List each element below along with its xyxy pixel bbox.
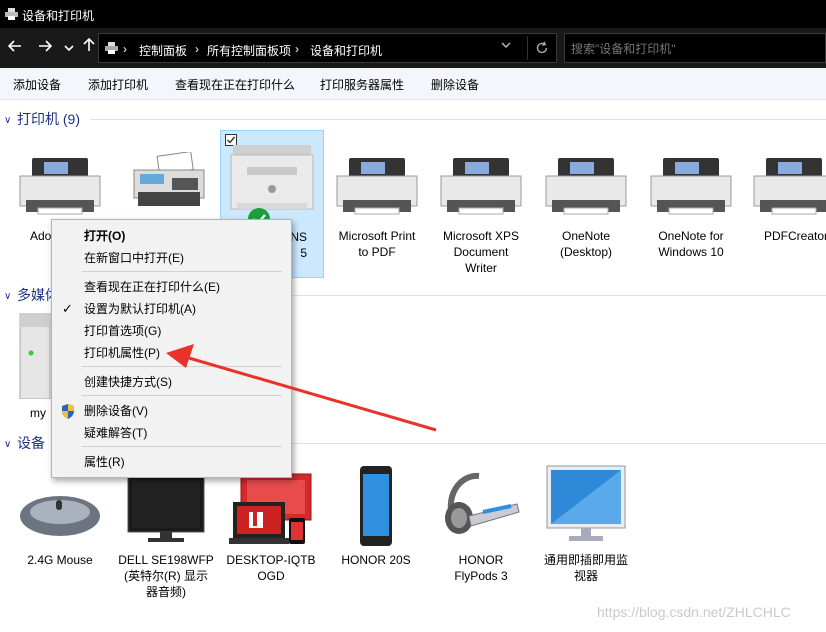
device-item-monitor[interactable]: DELL SE198WFP (英特尔(R) 显示 器音频) bbox=[114, 462, 218, 602]
menu-item-open-new-window[interactable]: 在新窗口中打开(E) bbox=[52, 247, 291, 269]
media-server-icon bbox=[16, 312, 52, 402]
device-item-printer[interactable]: Microsoft XPS Document Writer bbox=[429, 130, 533, 280]
forward-button[interactable] bbox=[34, 36, 56, 60]
menu-item-set-default[interactable]: ✓ 设置为默认打印机(A) bbox=[52, 298, 291, 320]
devices-and-printers-window: 设备和打印机 › 控制面板 › 所有控制面板项 › 设备和打印机 搜索"设备和打… bbox=[0, 0, 826, 632]
search-box[interactable] bbox=[564, 33, 826, 63]
device-item-headset[interactable]: HONOR FlyPods 3 bbox=[429, 462, 533, 583]
chevron-down-icon: ∨ bbox=[4, 291, 12, 302]
printer-icon bbox=[649, 152, 733, 219]
device-item-printer[interactable]: OneNote for Windows 10 bbox=[639, 130, 743, 260]
fax-icon bbox=[124, 151, 208, 215]
breadcrumb-devices-printers[interactable]: 设备和打印机 bbox=[310, 42, 382, 59]
breadcrumb-all-items[interactable]: 所有控制面板项 bbox=[207, 42, 291, 59]
watermark: https://blog.csdn.net/ZHLCHLC bbox=[597, 604, 791, 620]
printer-icon bbox=[18, 152, 102, 219]
breadcrumb-separator: › bbox=[123, 42, 127, 56]
printer-icon bbox=[5, 8, 18, 23]
device-item-computer[interactable]: DESKTOP-IQTB OGD bbox=[219, 462, 323, 583]
mouse-icon bbox=[18, 490, 102, 541]
breadcrumb-separator: › bbox=[295, 42, 299, 56]
menu-item-printing-preferences[interactable]: 打印首选项(G) bbox=[52, 320, 291, 342]
printer-icon bbox=[439, 152, 523, 219]
print-server-properties-button[interactable]: 打印服务器属性 bbox=[320, 76, 404, 93]
device-item-printer[interactable]: OneNote (Desktop) bbox=[534, 130, 638, 260]
back-button[interactable] bbox=[4, 36, 26, 60]
device-label: 2.4G Mouse bbox=[27, 553, 93, 567]
device-label: DESKTOP-IQTB OGD bbox=[226, 553, 316, 583]
breadcrumb-control-panel[interactable]: 控制面板 bbox=[139, 42, 187, 59]
menu-item-see-printing[interactable]: 查看现在正在打印什么(E) bbox=[52, 276, 291, 298]
up-button[interactable] bbox=[78, 36, 100, 60]
printer-icon bbox=[105, 42, 118, 57]
chevron-down-icon: ∨ bbox=[4, 439, 12, 450]
device-label: HONOR FlyPods 3 bbox=[454, 553, 508, 583]
menu-item-open[interactable]: 打开(O) bbox=[52, 225, 291, 247]
group-divider bbox=[292, 295, 826, 296]
group-divider bbox=[292, 443, 826, 444]
window-title: 设备和打印机 bbox=[22, 9, 95, 23]
add-device-button[interactable]: 添加设备 bbox=[13, 76, 61, 93]
monitor-icon bbox=[545, 464, 627, 549]
checkmark-icon: ✓ bbox=[62, 301, 73, 316]
recent-locations-button[interactable] bbox=[58, 36, 80, 60]
search-input[interactable] bbox=[571, 40, 811, 58]
printer-icon bbox=[752, 152, 826, 219]
refresh-button[interactable] bbox=[527, 36, 555, 60]
printer-icon bbox=[335, 152, 419, 219]
command-bar: 添加设备 添加打印机 查看现在正在打印什么 打印服务器属性 删除设备 bbox=[0, 68, 826, 100]
printer-icon bbox=[544, 152, 628, 219]
computer-icon bbox=[229, 472, 313, 549]
device-label: OneNote for Windows 10 bbox=[658, 229, 724, 259]
device-item-printer[interactable]: Microsoft Print to PDF bbox=[325, 130, 429, 260]
device-label: PDFCreator bbox=[764, 229, 826, 243]
laser-printer-icon bbox=[227, 145, 317, 220]
device-item-phone[interactable]: HONOR 20S bbox=[324, 462, 428, 582]
remove-device-button[interactable]: 删除设备 bbox=[431, 76, 479, 93]
menu-separator bbox=[82, 446, 282, 447]
breadcrumb-separator: › bbox=[195, 42, 199, 56]
annotation-arrow bbox=[166, 344, 437, 432]
phone-icon bbox=[359, 466, 393, 549]
device-label: DELL SE198WFP (英特尔(R) 显示 器音频) bbox=[118, 553, 214, 599]
device-item-monitor[interactable]: 通用即插即用监 视器 bbox=[534, 462, 638, 583]
device-label: Microsoft Print to PDF bbox=[338, 229, 416, 259]
menu-separator bbox=[82, 271, 282, 272]
address-bar[interactable]: › 控制面板 › 所有控制面板项 › 设备和打印机 bbox=[98, 33, 557, 63]
device-label: OneNote (Desktop) bbox=[559, 229, 612, 259]
navigation-bar: › 控制面板 › 所有控制面板项 › 设备和打印机 bbox=[0, 28, 826, 68]
chevron-down-icon bbox=[501, 42, 511, 48]
device-label: 通用即插即用监 视器 bbox=[543, 553, 628, 583]
arrow-left-icon bbox=[7, 40, 21, 52]
arrow-up-icon bbox=[83, 37, 95, 51]
chevron-down-icon: ∨ bbox=[4, 115, 12, 126]
group-divider bbox=[90, 119, 826, 120]
menu-item-properties[interactable]: 属性(R) bbox=[52, 451, 291, 473]
device-label: HONOR 20S bbox=[341, 553, 411, 567]
see-whats-printing-button[interactable]: 查看现在正在打印什么 bbox=[175, 76, 295, 93]
devices-group-header[interactable]: ∨ 设备 bbox=[4, 433, 45, 453]
refresh-icon bbox=[536, 41, 547, 54]
headset-icon bbox=[439, 468, 523, 547]
add-printer-button[interactable]: 添加打印机 bbox=[88, 76, 148, 93]
printers-group-header[interactable]: ∨ 打印机 (9) bbox=[4, 109, 80, 129]
device-item-mouse[interactable]: 2.4G Mouse bbox=[8, 462, 112, 582]
device-item-printer[interactable]: PDFCreator bbox=[744, 130, 826, 260]
device-label: Microsoft XPS Document Writer bbox=[442, 229, 520, 275]
address-dropdown-button[interactable] bbox=[501, 40, 511, 52]
chevron-down-icon bbox=[64, 45, 74, 52]
title-bar: 设备和打印机 bbox=[0, 0, 826, 28]
arrow-right-icon bbox=[39, 40, 53, 52]
monitor-icon bbox=[126, 472, 206, 547]
